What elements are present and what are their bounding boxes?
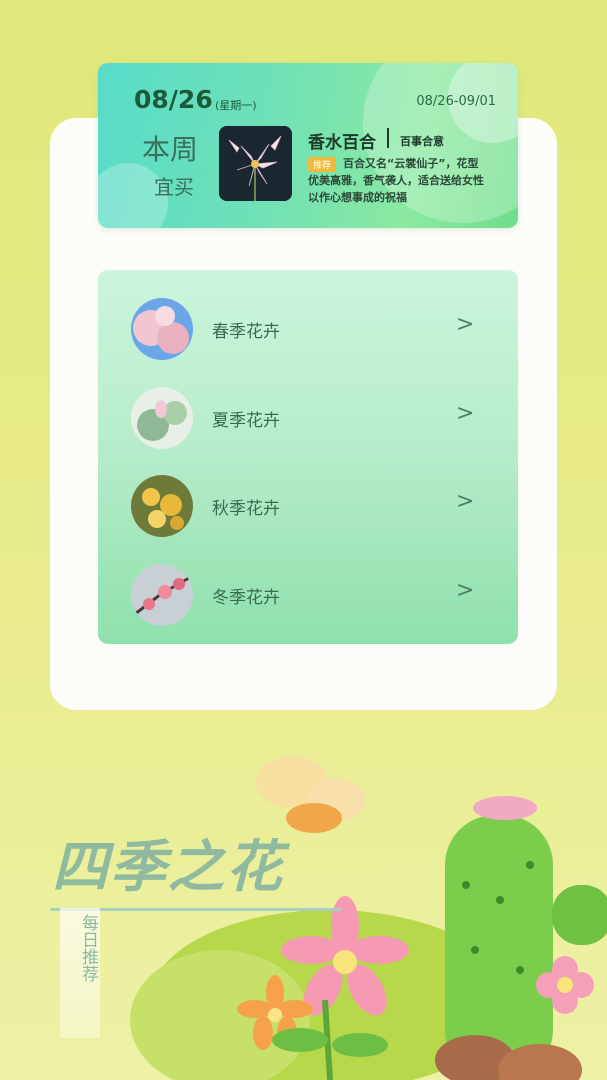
season-label: 冬季花卉 xyxy=(212,588,280,608)
daily-recommend-ribbon: 每日推荐 xyxy=(60,908,100,1038)
autumn-osmanthus-image xyxy=(131,475,193,537)
season-item-spring[interactable]: 春季花卉 > xyxy=(98,294,518,364)
summer-lotus-image xyxy=(131,387,193,449)
chevron-right-icon: > xyxy=(456,401,475,426)
flower-tag: 百事合意 xyxy=(400,135,444,148)
decor-title: 四季之花 xyxy=(52,835,284,900)
lily-image[interactable] xyxy=(219,126,292,201)
flower-name: 香水百合 xyxy=(308,133,376,153)
current-date: 08/26 xyxy=(134,85,213,114)
season-list: 春季花卉 > 夏季花卉 > 秋季花卉 > 冬季花卉 > xyxy=(98,270,518,644)
spring-blossom-image xyxy=(131,298,193,360)
ribbon-text: 每日推荐 xyxy=(78,914,98,982)
season-label: 夏季花卉 xyxy=(212,411,280,431)
chevron-right-icon: > xyxy=(456,578,475,603)
season-item-summer[interactable]: 夏季花卉 > xyxy=(98,383,518,453)
season-label: 秋季花卉 xyxy=(212,499,280,519)
week-range: 08/26-09/01 xyxy=(416,94,496,109)
season-label: 春季花卉 xyxy=(212,322,280,342)
flower-description: 百合又名“云裳仙子”，花型优美高雅，香气袭人，适合送给女性以作心想事成的祝福 xyxy=(308,157,484,204)
weekly-recommendation-card[interactable]: 08/26 (星期一) 08/26-09/01 本周 宜买 香水百合 百事合意 … xyxy=(98,63,518,228)
weekday: (星期一) xyxy=(215,99,257,112)
week-title-line1: 本周 xyxy=(142,133,199,166)
week-title-line2: 宜买 xyxy=(154,175,194,199)
chevron-right-icon: > xyxy=(456,312,475,337)
winter-plum-image xyxy=(131,564,193,626)
divider xyxy=(387,128,389,148)
chevron-right-icon: > xyxy=(456,489,475,514)
season-item-winter[interactable]: 冬季花卉 > xyxy=(98,560,518,630)
season-item-autumn[interactable]: 秋季花卉 > xyxy=(98,471,518,541)
